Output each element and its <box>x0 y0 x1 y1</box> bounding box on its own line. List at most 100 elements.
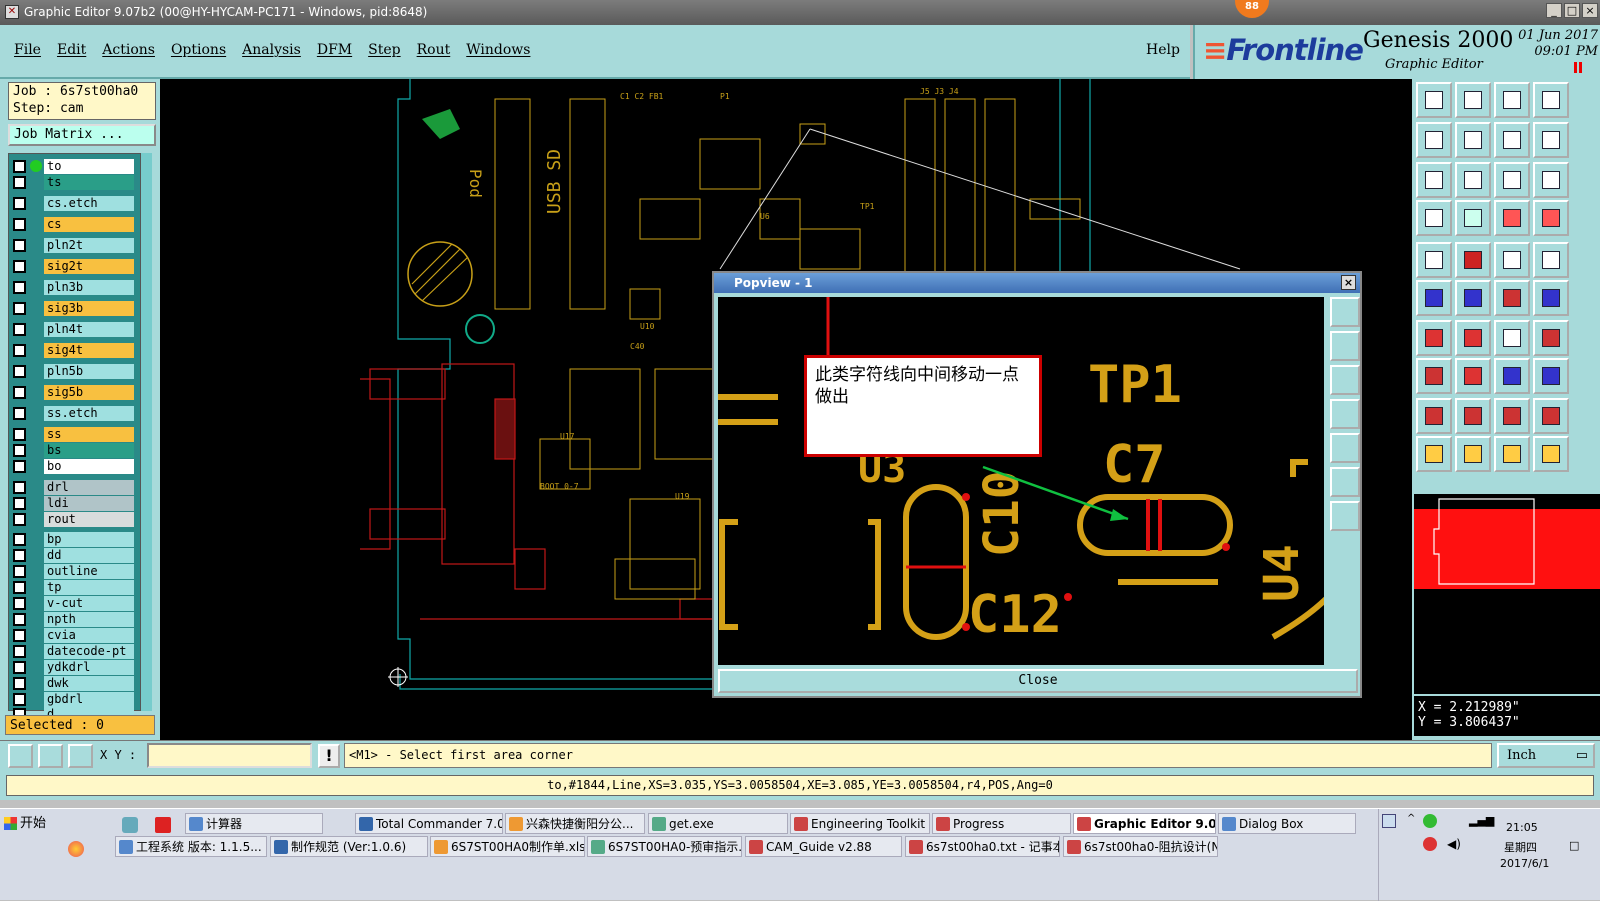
show-desktop-button[interactable]: □ <box>1569 839 1579 852</box>
tool-button-18[interactable] <box>1455 242 1491 278</box>
tool-button-20[interactable] <box>1533 242 1569 278</box>
tool-button-35[interactable] <box>1494 398 1530 434</box>
layer-name[interactable]: bo <box>44 459 134 474</box>
taskbar-item[interactable]: Total Commander 7.0... <box>355 813 503 834</box>
layer-checkbox[interactable] <box>13 533 26 546</box>
tool-button-27[interactable] <box>1494 320 1530 356</box>
start-button[interactable]: 开始 <box>2 813 54 835</box>
layer-checkbox[interactable] <box>13 407 26 420</box>
layer-row-sig2t[interactable]: sig2t <box>11 259 135 274</box>
menu-windows[interactable]: Windows <box>466 42 530 58</box>
zoom-area-icon[interactable] <box>8 744 33 768</box>
layer-checkbox[interactable] <box>13 323 26 336</box>
taskbar-item[interactable]: 兴森快捷衡阳分公... <box>505 813 645 834</box>
tool-button-23[interactable] <box>1494 280 1530 316</box>
layer-name[interactable]: cs <box>44 217 134 232</box>
layer-checkbox[interactable] <box>13 693 26 706</box>
tool-button-39[interactable] <box>1494 436 1530 472</box>
layer-checkbox[interactable] <box>13 645 26 658</box>
tool-button-19[interactable] <box>1494 242 1530 278</box>
layer-name[interactable]: pln3b <box>44 280 134 295</box>
tool-button-2[interactable] <box>1455 82 1491 118</box>
layer-checkbox[interactable] <box>13 218 26 231</box>
layer-row-bo[interactable]: bo <box>11 459 135 474</box>
tool-button-13[interactable] <box>1416 200 1452 236</box>
layer-row-sig3b[interactable]: sig3b <box>11 301 135 316</box>
layer-checkbox[interactable] <box>13 197 26 210</box>
popview-right-button[interactable] <box>1330 433 1360 463</box>
menu-help[interactable]: Help <box>1146 42 1180 58</box>
layer-checkbox[interactable] <box>13 365 26 378</box>
layer-name[interactable]: sig3b <box>44 301 134 316</box>
layer-row-pln3b[interactable]: pln3b <box>11 280 135 295</box>
layer-name[interactable]: sig2t <box>44 259 134 274</box>
layer-row-to[interactable]: to <box>11 159 135 174</box>
layer-checkbox[interactable] <box>13 661 26 674</box>
layer-row-cs.etch[interactable]: cs.etch <box>11 196 135 211</box>
layer-name[interactable]: datecode-pt <box>44 644 134 659</box>
layer-checkbox[interactable] <box>13 549 26 562</box>
taskbar-item[interactable]: 制作规范 (Ver:1.0.6) <box>270 836 428 857</box>
layer-name[interactable]: drl <box>44 480 134 495</box>
layer-name[interactable]: v-cut <box>44 596 134 611</box>
tool-button-40[interactable] <box>1533 436 1569 472</box>
tool-button-26[interactable] <box>1455 320 1491 356</box>
tool-button-12[interactable] <box>1533 162 1569 198</box>
popview-close-icon[interactable]: × <box>1341 275 1356 290</box>
menu-rout[interactable]: Rout <box>417 42 451 58</box>
layer-checkbox[interactable] <box>13 629 26 642</box>
layer-name[interactable]: npth <box>44 612 134 627</box>
layer-name[interactable]: ydkdrl <box>44 660 134 675</box>
taskbar-item[interactable]: 6S7ST00HA0-预审指示.... <box>587 836 742 857</box>
popview-zoom-in-button[interactable] <box>1330 297 1360 327</box>
layer-checkbox[interactable] <box>13 460 26 473</box>
layer-checkbox[interactable] <box>13 386 26 399</box>
layer-row-cs[interactable]: cs <box>11 217 135 232</box>
tool-button-3[interactable] <box>1494 82 1530 118</box>
layer-checkbox[interactable] <box>13 497 26 510</box>
tray-icon-1[interactable] <box>1382 814 1396 828</box>
layer-checkbox[interactable] <box>13 428 26 441</box>
clock-date[interactable]: 2017/6/1 <box>1500 857 1549 870</box>
tool-button-38[interactable] <box>1455 436 1491 472</box>
tool-button-32[interactable] <box>1533 358 1569 394</box>
layer-row-v-cut[interactable]: v-cut <box>11 596 135 611</box>
tool-button-16[interactable] <box>1533 200 1569 236</box>
layer-row-ss.etch[interactable]: ss.etch <box>11 406 135 421</box>
tool-button-17[interactable] <box>1416 242 1452 278</box>
grid-icon[interactable] <box>68 744 93 768</box>
layer-row-bs[interactable]: bs <box>11 443 135 458</box>
layer-row-pln5b[interactable]: pln5b <box>11 364 135 379</box>
tool-button-22[interactable] <box>1455 280 1491 316</box>
taskbar-item[interactable]: 6S7ST00HA0制作单.xls ... <box>430 836 585 857</box>
tool-button-14[interactable] <box>1455 200 1491 236</box>
taskbar-item[interactable]: Progress <box>932 813 1071 834</box>
popview-home-button[interactable] <box>1330 331 1360 361</box>
volume-icon[interactable]: ◀) <box>1447 837 1461 851</box>
info-icon[interactable]: ! <box>318 744 340 768</box>
menu-options[interactable]: Options <box>171 42 226 58</box>
layer-row-sig5b[interactable]: sig5b <box>11 385 135 400</box>
popview-canvas[interactable]: TP1 C7 C12 U3 C10 U4 此类字符线向中间移动一点做出 <box>718 297 1324 665</box>
tool-button-33[interactable] <box>1416 398 1452 434</box>
layer-row-outline[interactable]: outline <box>11 564 135 579</box>
quicklaunch-icon-1[interactable] <box>122 817 138 833</box>
layer-checkbox[interactable] <box>13 239 26 252</box>
layer-name[interactable]: dd <box>44 548 134 563</box>
tray-expand-icon[interactable]: ^ <box>1407 813 1415 824</box>
tool-button-8[interactable] <box>1533 122 1569 158</box>
tool-button-37[interactable] <box>1416 436 1452 472</box>
layer-checkbox[interactable] <box>13 302 26 315</box>
window-title-bar[interactable]: ✕ Graphic Editor 9.07b2 (00@HY-HYCAM-PC1… <box>0 0 1600 25</box>
layer-checkbox[interactable] <box>13 581 26 594</box>
taskbar-item[interactable]: 6s7st00ha0.txt - 记事本 <box>905 836 1060 857</box>
layer-row-dwk[interactable]: dwk <box>11 676 135 691</box>
layer-row-pln2t[interactable]: pln2t <box>11 238 135 253</box>
tool-button-31[interactable] <box>1494 358 1530 394</box>
layer-row-npth[interactable]: npth <box>11 612 135 627</box>
popview-close-button[interactable]: Close <box>718 669 1358 693</box>
layer-row-pln4t[interactable]: pln4t <box>11 322 135 337</box>
layer-row-cvia[interactable]: cvia <box>11 628 135 643</box>
menu-edit[interactable]: Edit <box>57 42 86 58</box>
layer-checkbox[interactable] <box>13 444 26 457</box>
